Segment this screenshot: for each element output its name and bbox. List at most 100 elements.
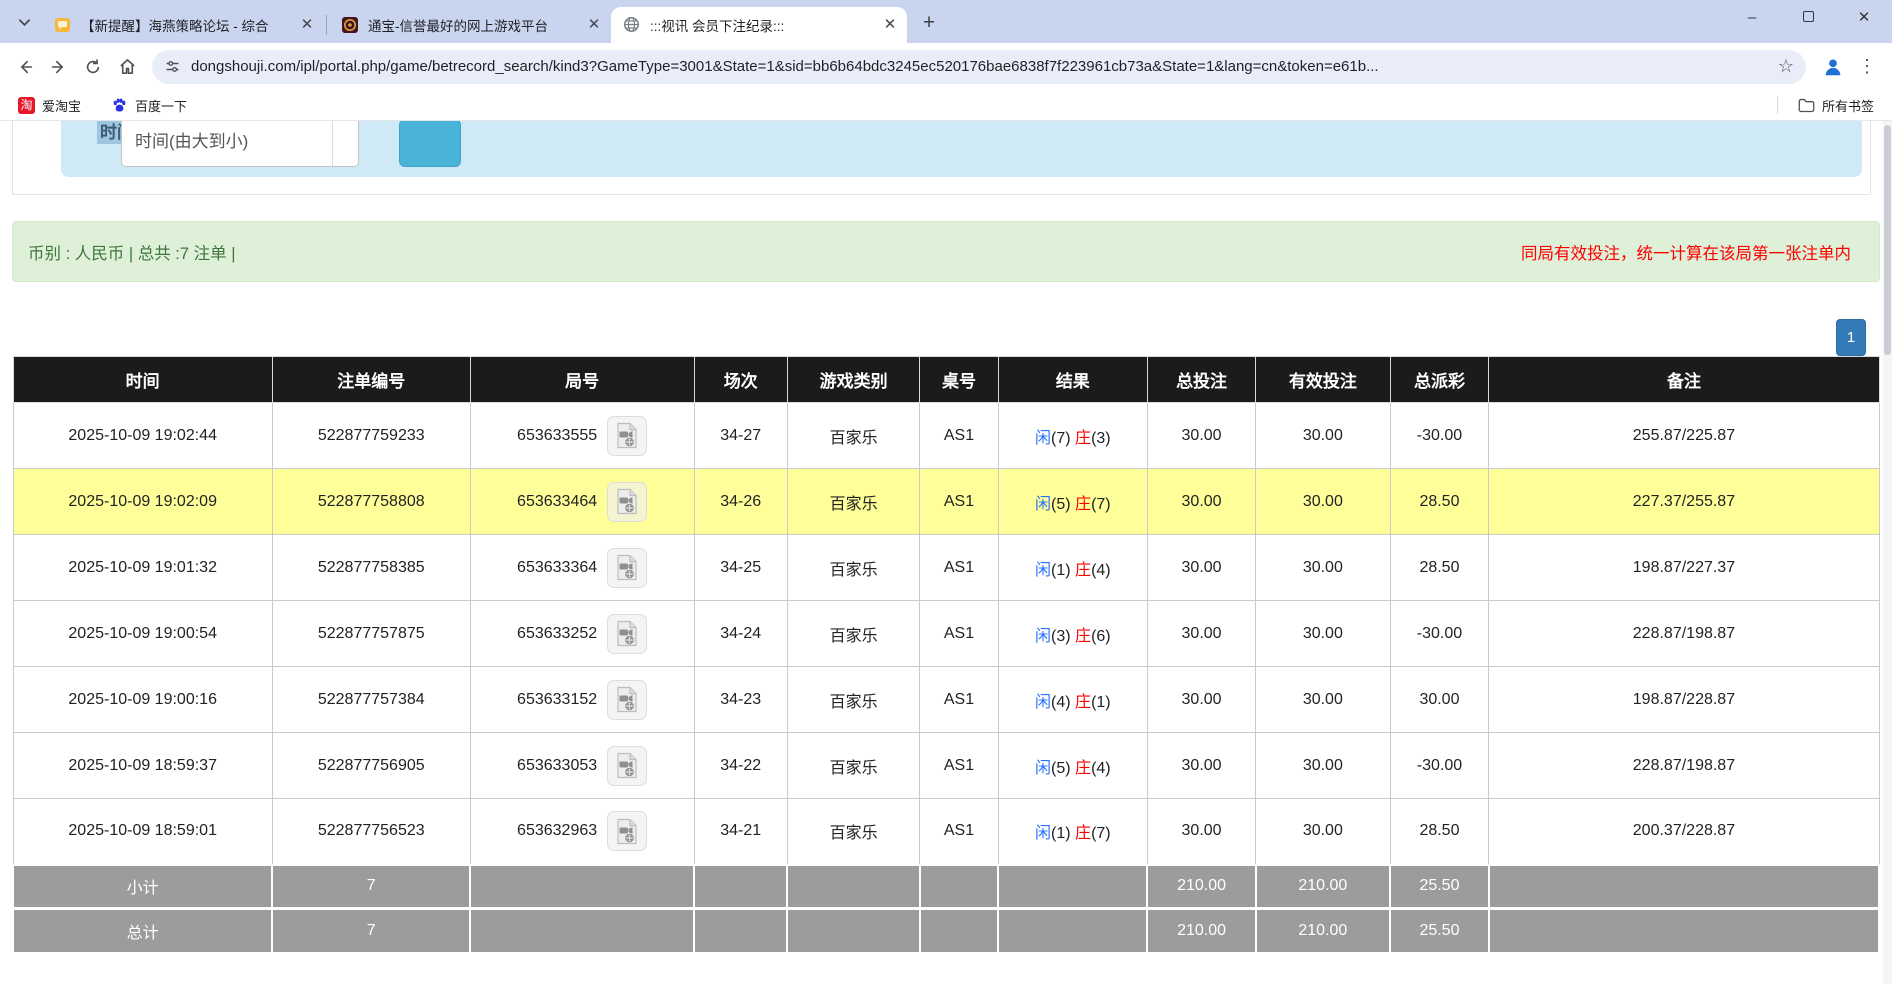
cell-result: 闲(4) 庄(1) (998, 667, 1147, 733)
cell-bet-no: 522877756905 (272, 733, 470, 799)
cell-round-no: 653633464 (470, 469, 694, 535)
cell-result: 闲(3) 庄(6) (998, 601, 1147, 667)
video-replay-button[interactable] (607, 680, 647, 720)
page-1-button[interactable]: 1 (1836, 319, 1866, 356)
cell-table-no: AS1 (920, 601, 998, 667)
browser-menu-icon[interactable]: ⋮ (1850, 50, 1884, 84)
pagination: 1 (0, 282, 1892, 356)
cell-bet-no: 522877758808 (272, 469, 470, 535)
tab-close-icon[interactable]: ✕ (881, 16, 899, 34)
cell-total-bet[interactable]: 30.00 (1147, 601, 1255, 667)
all-bookmarks-button[interactable]: 所有书签 (1790, 93, 1882, 118)
cell-round-no: 653633252 (470, 601, 694, 667)
cell-payout: 28.50 (1390, 799, 1489, 865)
bookmark-star-icon[interactable]: ☆ (1778, 56, 1794, 77)
forward-icon[interactable] (42, 50, 76, 84)
result-player-points: (1) (1051, 562, 1071, 579)
cell-total-bet[interactable]: 30.00 (1147, 469, 1255, 535)
home-icon[interactable] (110, 50, 144, 84)
video-replay-button[interactable] (607, 548, 647, 588)
video-replay-button[interactable] (607, 614, 647, 654)
cell-payout: -30.00 (1390, 601, 1489, 667)
result-banker: 庄 (1075, 825, 1091, 842)
cell-table-no: AS1 (920, 799, 998, 865)
video-replay-button[interactable] (607, 482, 647, 522)
cell-game-type: 百家乐 (787, 403, 919, 469)
cell-remark: 200.37/228.87 (1489, 799, 1879, 865)
total-row: 总计 7 210.00 210.00 25.50 (13, 909, 1879, 953)
result-player-points: (4) (1051, 694, 1071, 711)
page-scrollbar[interactable] (1883, 121, 1892, 984)
taobao-icon: 淘 (18, 97, 35, 114)
browser-toolbar: dongshouji.com/ipl/portal.php/game/betre… (0, 43, 1892, 90)
cell-table-no: AS1 (920, 733, 998, 799)
video-replay-button[interactable] (607, 811, 647, 851)
tab-bet-records-active[interactable]: :::视讯 会员下注纪录::: ✕ (611, 7, 907, 43)
cell-payout: -30.00 (1390, 733, 1489, 799)
tab-search-chevron-icon[interactable] (10, 8, 38, 36)
round-number: 653633252 (517, 625, 597, 643)
cell-total-bet[interactable]: 30.00 (1147, 667, 1255, 733)
tab-forum[interactable]: 【新提醒】海燕策略论坛 - 综合 ✕ (42, 7, 324, 43)
cell-time: 2025-10-09 19:00:16 (13, 667, 272, 733)
search-button[interactable] (399, 121, 461, 167)
result-player: 闲 (1035, 694, 1051, 711)
total-valid-bet: 210.00 (1256, 909, 1390, 953)
cell-total-bet[interactable]: 30.00 (1147, 535, 1255, 601)
cell-table-no: AS1 (920, 469, 998, 535)
sort-select[interactable]: 时间(由大到小) (121, 121, 359, 167)
table-row: 2025-10-09 19:01:32 522877758385 6536333… (13, 535, 1879, 601)
col-remark: 备注 (1489, 357, 1879, 403)
video-replay-button[interactable] (607, 416, 647, 456)
table-row: 2025-10-09 19:02:44 522877759233 6536335… (13, 403, 1879, 469)
cell-game-type: 百家乐 (787, 799, 919, 865)
window-close-button[interactable]: ✕ (1836, 0, 1892, 34)
result-banker-points: (4) (1091, 562, 1111, 579)
profile-avatar-icon[interactable] (1816, 50, 1850, 84)
result-player-points: (1) (1051, 825, 1071, 842)
folder-icon (1798, 98, 1815, 113)
col-game-type: 游戏类别 (787, 357, 919, 403)
bookmarks-bar: 淘 爱淘宝 百度一下 所有书签 (0, 90, 1892, 121)
search-form: 时间排序: 时间(由大到小) (61, 121, 1862, 177)
minimize-button[interactable]: – (1724, 0, 1780, 34)
cell-total-bet[interactable]: 30.00 (1147, 733, 1255, 799)
result-banker: 庄 (1075, 430, 1091, 447)
cell-session: 34-24 (694, 601, 787, 667)
back-icon[interactable] (8, 50, 42, 84)
cell-result: 闲(1) 庄(4) (998, 535, 1147, 601)
video-replay-icon (615, 752, 639, 779)
cell-session: 34-27 (694, 403, 787, 469)
result-banker: 庄 (1075, 562, 1091, 579)
cell-remark: 255.87/225.87 (1489, 403, 1879, 469)
site-controls-icon[interactable] (164, 58, 181, 75)
tab-close-icon[interactable]: ✕ (298, 16, 316, 34)
tab-tongbao[interactable]: 通宝-信誉最好的网上游戏平台 ✕ (329, 7, 611, 43)
video-replay-button[interactable] (607, 746, 647, 786)
bookmark-aitaobao[interactable]: 淘 爱淘宝 (10, 93, 89, 118)
bookmark-baidu[interactable]: 百度一下 (103, 93, 195, 118)
tab-close-icon[interactable]: ✕ (585, 16, 603, 34)
url-text: dongshouji.com/ipl/portal.php/game/betre… (191, 58, 1778, 75)
maximize-button[interactable] (1780, 0, 1836, 34)
new-tab-button[interactable]: + (915, 9, 943, 37)
cell-total-bet[interactable]: 30.00 (1147, 403, 1255, 469)
cell-time: 2025-10-09 19:00:54 (13, 601, 272, 667)
result-player: 闲 (1035, 562, 1051, 579)
result-banker-points: (6) (1091, 628, 1111, 645)
address-bar[interactable]: dongshouji.com/ipl/portal.php/game/betre… (152, 50, 1806, 84)
cell-total-bet[interactable]: 30.00 (1147, 799, 1255, 865)
scrollbar-thumb[interactable] (1884, 125, 1891, 355)
cell-bet-no: 522877756523 (272, 799, 470, 865)
reload-icon[interactable] (76, 50, 110, 84)
total-total-bet: 210.00 (1147, 909, 1255, 953)
cell-time: 2025-10-09 19:02:09 (13, 469, 272, 535)
cell-game-type: 百家乐 (787, 667, 919, 733)
cell-session: 34-23 (694, 667, 787, 733)
table-row: 2025-10-09 19:00:16 522877757384 6536331… (13, 667, 1879, 733)
result-banker-points: (7) (1091, 825, 1111, 842)
cell-remark: 228.87/198.87 (1489, 733, 1879, 799)
cell-time: 2025-10-09 18:59:01 (13, 799, 272, 865)
cell-result: 闲(7) 庄(3) (998, 403, 1147, 469)
result-banker-points: (7) (1091, 496, 1111, 513)
